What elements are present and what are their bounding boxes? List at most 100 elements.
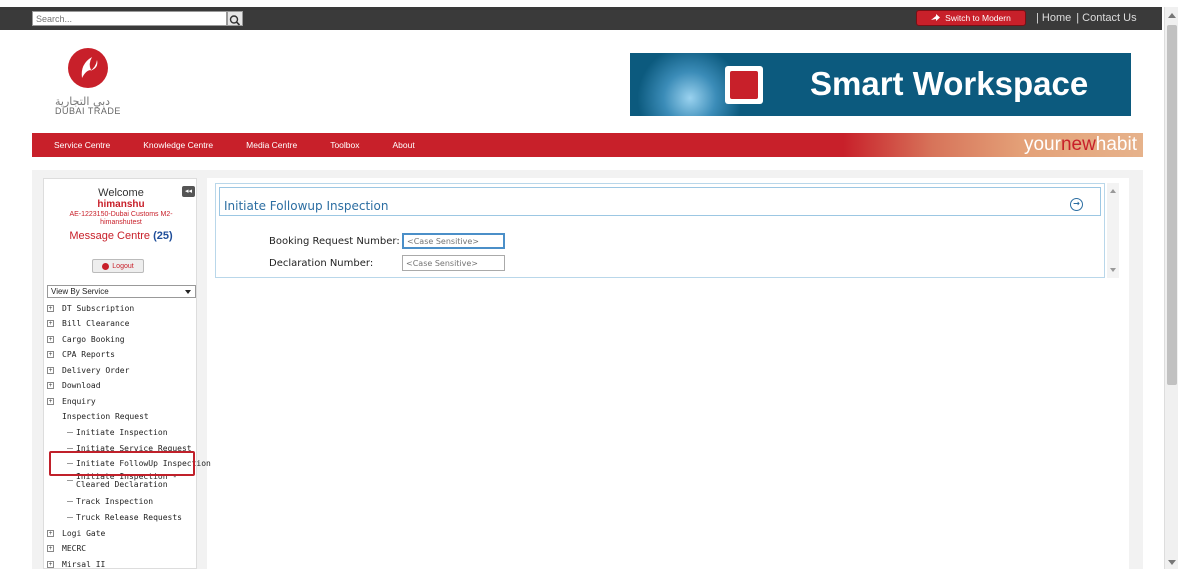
booking-request-label: Booking Request Number: (269, 236, 400, 247)
arrow-right-icon (931, 14, 941, 21)
username: himanshu (97, 199, 145, 210)
contact-us-link[interactable]: | Contact Us (1076, 12, 1136, 24)
tree-item-label: Download (62, 381, 101, 390)
tree-item[interactable]: Initiate Inspection (47, 425, 168, 440)
logout-icon (102, 262, 110, 270)
dubai-trade-logo[interactable]: دبي التجارية DUBAI TRADE (55, 48, 145, 123)
expand-plus-icon[interactable]: + (47, 398, 54, 405)
view-by-service-select[interactable]: View By Service (47, 285, 196, 298)
highlight-box (49, 451, 195, 476)
scroll-thumb[interactable] (1167, 25, 1177, 385)
nav-toolbox[interactable]: Toolbox (330, 140, 359, 150)
tree-item[interactable]: + Bill Clearance (47, 316, 129, 331)
panel-form: Booking Request Number: Declaration Numb… (219, 224, 1101, 272)
tree-item[interactable]: + DT Subscription (47, 301, 134, 316)
tree-item[interactable]: + Cargo Booking (47, 332, 125, 347)
panel-header: Initiate Followup Inspection → (219, 187, 1101, 216)
logout-label: Logout (112, 262, 134, 270)
tagline-habit: habit (1095, 134, 1137, 155)
welcome-text: Welcome (98, 187, 144, 199)
tree-item[interactable]: + Logi Gate (47, 526, 105, 541)
page-scrollbar[interactable] (1164, 7, 1178, 569)
tree-item-label: Mirsal II (62, 560, 106, 569)
scroll-up-icon[interactable] (1168, 13, 1176, 18)
expand-plus-icon[interactable]: + (47, 530, 54, 537)
tree-item[interactable]: + Download (47, 378, 101, 393)
tagline-your: your (1023, 134, 1061, 155)
nav-knowledge-centre[interactable]: Knowledge Centre (143, 140, 213, 150)
tree-item-label: Inspection Request (62, 412, 149, 421)
search-icon (229, 15, 241, 26)
declaration-number-input[interactable] (402, 255, 505, 271)
expand-plus-icon[interactable]: + (47, 320, 54, 327)
your-new-habit-banner: yournewhabit (843, 133, 1143, 157)
sidebar: ◂◂ Welcome himanshu AE-1223150-Dubai Cus… (43, 178, 211, 572)
search-input[interactable] (32, 11, 227, 26)
tree-branch-line (67, 448, 73, 449)
declaration-number-label: Declaration Number: (269, 258, 374, 269)
tree-item-label: Logi Gate (62, 529, 106, 538)
switch-to-modern-button[interactable]: Switch to Modern (916, 10, 1026, 26)
tree-item[interactable]: Inspection Request (47, 409, 149, 424)
tree-item-label: MECRC (62, 544, 87, 553)
tagline-new: new (1060, 134, 1096, 155)
tree-item-label: Enquiry (62, 397, 96, 406)
expand-plus-icon[interactable]: + (47, 561, 54, 568)
main-nav: Service Centre Knowledge Centre Media Ce… (32, 133, 1143, 157)
tree-item-label: CPA Reports (62, 350, 115, 359)
tree-item-label: Track Inspection (76, 497, 154, 506)
followup-inspection-panel: Initiate Followup Inspection → Booking R… (215, 183, 1105, 278)
tree-item[interactable]: + Enquiry (47, 394, 96, 409)
logout-button[interactable]: Logout (92, 259, 144, 273)
home-link[interactable]: | Home (1036, 12, 1071, 24)
tree-branch-line (67, 432, 73, 433)
panel-title: Initiate Followup Inspection (224, 199, 389, 213)
expand-plus-icon[interactable]: + (47, 367, 54, 374)
tree-branch-line (67, 517, 73, 518)
tree-item[interactable]: + CPA Reports (47, 347, 115, 362)
expand-plus-icon[interactable]: + (47, 351, 54, 358)
nav-about[interactable]: About (393, 140, 415, 150)
message-count: (25) (153, 230, 173, 242)
booking-request-input[interactable] (402, 233, 505, 249)
search-button[interactable] (227, 11, 243, 26)
expand-plus-icon[interactable]: + (47, 305, 54, 312)
tree-item-label: Cargo Booking (62, 335, 125, 344)
scroll-down-icon[interactable] (1168, 560, 1176, 565)
logo-text: DUBAI TRADE (55, 106, 121, 116)
smart-workspace-banner[interactable]: Smart Workspace (630, 53, 1131, 116)
message-centre-link[interactable]: Message Centre (25) (44, 230, 198, 242)
panel-scroll-up-icon[interactable] (1110, 189, 1116, 193)
tree-item[interactable]: + Delivery Order (47, 363, 129, 378)
tree-item[interactable]: Track Inspection (47, 494, 153, 509)
top-bar: Switch to Modern | Home | Contact Us (0, 7, 1162, 30)
banner-glow (630, 53, 740, 116)
tree-item-label: Delivery Order (62, 366, 130, 375)
tree-item-label: Truck Release Requests (76, 513, 182, 522)
view-select-value: View By Service (51, 287, 109, 296)
logo-mark-icon (68, 48, 108, 88)
tree-item[interactable]: + MECRC (47, 541, 86, 556)
tree-item[interactable]: + Mirsal II (47, 557, 105, 572)
workspace-icon (725, 66, 763, 104)
top-links: | Home | Contact Us (1036, 12, 1137, 24)
expand-plus-icon[interactable]: + (47, 545, 54, 552)
tree-item-label: Bill Clearance (62, 319, 130, 328)
banner-title: Smart Workspace (810, 65, 1089, 102)
tree-branch-line (67, 480, 73, 481)
user-info: AE-1223150-Dubai Customs M2-himanshutest (69, 211, 173, 226)
chevron-down-icon (185, 290, 191, 294)
tree-branch-line (67, 501, 73, 502)
panel-scroll-down-icon[interactable] (1110, 268, 1116, 272)
panel-scrollbar[interactable] (1107, 183, 1119, 278)
message-centre-label: Message Centre (69, 230, 151, 242)
arrow-circle-right-icon[interactable]: → (1070, 198, 1083, 211)
nav-media-centre[interactable]: Media Centre (246, 140, 297, 150)
expand-plus-icon[interactable]: + (47, 382, 54, 389)
expand-plus-icon[interactable]: + (47, 336, 54, 343)
tree-item-label: DT Subscription (62, 304, 135, 313)
nav-service-centre[interactable]: Service Centre (54, 140, 110, 150)
tree-item[interactable]: Truck Release Requests (47, 510, 182, 525)
tree-item-label: Initiate Inspection (76, 428, 168, 437)
switch-label: Switch to Modern (945, 13, 1011, 23)
